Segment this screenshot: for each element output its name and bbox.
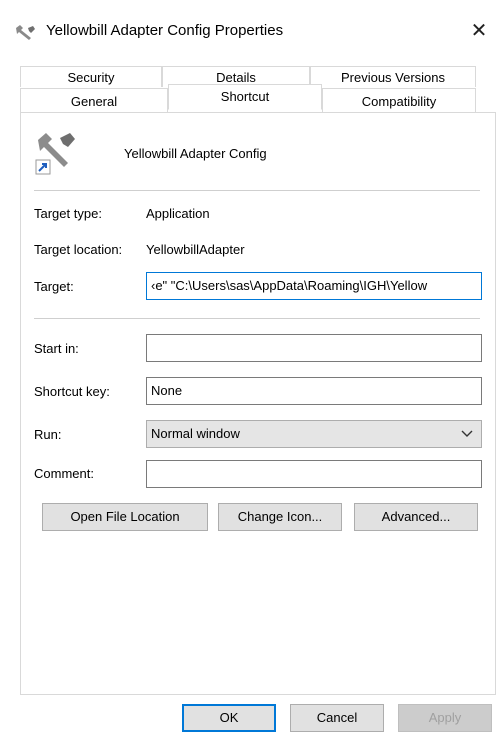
app-name: Yellowbill Adapter Config xyxy=(124,146,267,161)
window-title: Yellowbill Adapter Config Properties xyxy=(46,22,284,39)
comment-label: Comment: xyxy=(34,466,94,481)
target-type-value: Application xyxy=(146,206,210,221)
tab-security[interactable]: Security xyxy=(20,66,162,87)
target-label: Target: xyxy=(34,279,74,294)
close-button[interactable]: ✕ xyxy=(464,16,494,46)
target-location-value: YellowbillAdapter xyxy=(146,242,245,257)
shortcut-key-label: Shortcut key: xyxy=(34,384,110,399)
cancel-button[interactable]: Cancel xyxy=(290,704,384,732)
change-icon-button[interactable]: Change Icon... xyxy=(218,503,342,531)
close-icon: ✕ xyxy=(470,20,488,42)
tab-previous-versions[interactable]: Previous Versions xyxy=(310,66,476,87)
tab-general[interactable]: General xyxy=(20,88,168,113)
title-bar: Yellowbill Adapter Config Properties ✕ xyxy=(0,0,502,60)
target-location-label: Target location: xyxy=(34,242,123,257)
apply-button[interactable]: Apply xyxy=(398,704,492,732)
target-input[interactable]: ‹e" "C:\Users\sas\AppData\Roaming\IGH\Ye… xyxy=(146,272,482,300)
separator xyxy=(34,318,480,319)
wrench-shortcut-icon xyxy=(16,25,35,40)
tab-compatibility[interactable]: Compatibility xyxy=(322,88,476,113)
advanced-button[interactable]: Advanced... xyxy=(354,503,478,531)
ok-button[interactable]: OK xyxy=(182,704,276,732)
wrench-icon xyxy=(35,133,75,175)
run-dropdown-value: Normal window xyxy=(151,426,240,441)
start-in-label: Start in: xyxy=(34,341,79,356)
separator xyxy=(34,190,480,191)
shortcut-key-input[interactable]: None xyxy=(146,377,482,405)
tab-row-front: General Shortcut Compatibility xyxy=(20,84,476,113)
start-in-input[interactable] xyxy=(146,334,482,362)
tab-shortcut[interactable]: Shortcut xyxy=(168,84,322,110)
open-file-location-button[interactable]: Open File Location xyxy=(42,503,208,531)
chevron-down-icon xyxy=(461,430,473,437)
run-dropdown[interactable]: Normal window xyxy=(146,420,482,448)
target-type-label: Target type: xyxy=(34,206,102,221)
run-label: Run: xyxy=(34,427,62,442)
comment-input[interactable] xyxy=(146,460,482,488)
